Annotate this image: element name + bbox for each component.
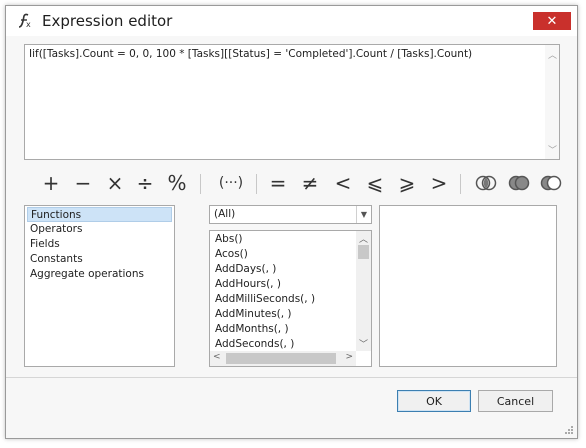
category-item-aggregate-operations[interactable]: Aggregate operations: [27, 267, 144, 282]
scrollbar-thumb[interactable]: [358, 245, 369, 259]
toolbar-separator: [460, 174, 461, 194]
greater-or-equal-icon[interactable]: ⩾: [393, 169, 421, 197]
category-item-operators[interactable]: Operators: [27, 222, 82, 237]
equal-icon[interactable]: =: [264, 169, 292, 197]
expression-scrollbar[interactable]: ︿ ﹀: [545, 45, 559, 159]
footer-divider: [6, 377, 577, 378]
close-icon: ✕: [546, 13, 558, 29]
category-item-functions[interactable]: Functions: [27, 207, 172, 222]
category-list: Functions Operators Fields Constants Agg…: [24, 205, 175, 367]
less-than-icon[interactable]: <: [329, 169, 357, 197]
scroll-up-icon[interactable]: ︿: [359, 232, 368, 245]
function-list-vscrollbar[interactable]: ︿ ﹀: [356, 231, 371, 351]
ok-button[interactable]: OK: [397, 390, 471, 412]
function-filter-value: (All): [214, 208, 236, 220]
multiply-icon[interactable]: ×: [101, 169, 129, 197]
not-equal-icon[interactable]: ≠: [296, 169, 324, 197]
cancel-button[interactable]: Cancel: [478, 390, 553, 412]
category-item-fields[interactable]: Fields: [27, 237, 60, 252]
resize-grip-icon[interactable]: [564, 425, 574, 435]
parentheses-icon[interactable]: (···): [212, 169, 250, 197]
or-icon[interactable]: [508, 175, 530, 191]
less-or-equal-icon[interactable]: ⩽: [361, 169, 389, 197]
toolbar-separator: [256, 174, 257, 194]
expression-text[interactable]: Iif([Tasks].Count = 0, 0, 100 * [Tasks][…: [29, 48, 472, 60]
function-item[interactable]: AddMinutes(, ): [212, 307, 292, 322]
percent-icon[interactable]: %: [163, 169, 191, 197]
function-item[interactable]: Abs(): [212, 232, 243, 247]
function-list-hscrollbar[interactable]: < >: [210, 351, 356, 366]
close-button[interactable]: ✕: [533, 12, 571, 30]
minus-icon[interactable]: −: [69, 169, 97, 197]
category-item-constants[interactable]: Constants: [27, 252, 83, 267]
function-item[interactable]: AddMilliSeconds(, ): [212, 292, 315, 307]
function-item[interactable]: AddMonths(, ): [212, 322, 289, 337]
expression-input[interactable]: Iif([Tasks].Count = 0, 0, 100 * [Tasks][…: [24, 44, 560, 160]
not-icon[interactable]: [540, 175, 562, 191]
toolbar-separator: [200, 174, 201, 194]
function-item[interactable]: AddHours(, ): [212, 277, 281, 292]
function-item[interactable]: AddDays(, ): [212, 262, 276, 277]
window-title: Expression editor: [42, 12, 173, 30]
svg-text:x: x: [26, 20, 31, 29]
chevron-down-icon[interactable]: ▼: [356, 206, 371, 223]
function-item[interactable]: AddSeconds(, ): [212, 337, 294, 352]
scroll-down-icon[interactable]: ﹀: [548, 143, 557, 156]
greater-than-icon[interactable]: >: [425, 169, 453, 197]
scrollbar-thumb[interactable]: [226, 353, 336, 364]
function-item[interactable]: Acos(): [212, 247, 248, 262]
scroll-right-icon[interactable]: >: [345, 352, 353, 362]
title-bar: x Expression editor ✕: [6, 6, 577, 36]
and-icon[interactable]: [475, 175, 497, 191]
function-list: Abs() Acos() AddDays(, ) AddHours(, ) Ad…: [209, 230, 372, 367]
function-icon: x: [18, 13, 31, 29]
description-panel: [379, 205, 557, 367]
scroll-left-icon[interactable]: <: [213, 352, 221, 362]
scroll-down-icon[interactable]: ﹀: [359, 337, 368, 350]
plus-icon[interactable]: +: [37, 169, 65, 197]
divide-icon[interactable]: ÷: [131, 169, 159, 197]
scroll-up-icon[interactable]: ︿: [548, 48, 557, 61]
expression-editor-dialog: x Expression editor ✕ Iif([Tasks].Count …: [5, 5, 578, 439]
operator-toolbar: + − × ÷ % (···) = ≠ < ⩽ ⩾ >: [24, 169, 564, 199]
function-filter-select[interactable]: (All) ▼: [209, 205, 372, 224]
